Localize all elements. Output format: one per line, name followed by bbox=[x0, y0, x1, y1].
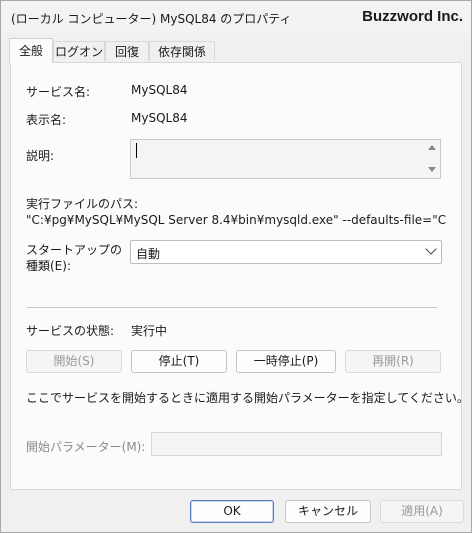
description-field[interactable] bbox=[130, 139, 441, 179]
startup-type-label-line2: 種類(E): bbox=[26, 259, 71, 273]
divider bbox=[27, 307, 437, 308]
startup-type-value: 自動 bbox=[136, 247, 161, 261]
path-label: 実行ファイルのパス: bbox=[26, 197, 139, 211]
display-name-label: 表示名: bbox=[26, 113, 67, 127]
scroll-down-icon[interactable] bbox=[428, 167, 436, 172]
service-name-label: サービス名: bbox=[26, 85, 91, 99]
resume-button[interactable]: 再開(R) bbox=[345, 350, 441, 373]
text-caret bbox=[136, 143, 137, 158]
tab-logon[interactable]: ログオン bbox=[53, 41, 105, 61]
tab-recovery[interactable]: 回復 bbox=[105, 41, 149, 61]
service-status-value: 実行中 bbox=[131, 324, 168, 338]
chevron-down-icon bbox=[425, 243, 437, 255]
apply-button[interactable]: 適用(A) bbox=[380, 500, 464, 523]
service-name-value: MySQL84 bbox=[131, 83, 188, 97]
start-param-label: 開始パラメーター(M): bbox=[26, 440, 146, 454]
pause-button[interactable]: 一時停止(P) bbox=[236, 350, 336, 373]
description-label: 説明: bbox=[26, 149, 55, 163]
description-scrollbar[interactable] bbox=[424, 140, 440, 178]
tab-dependencies[interactable]: 依存関係 bbox=[149, 41, 215, 61]
stop-button[interactable]: 停止(T) bbox=[131, 350, 227, 373]
service-status-label: サービスの状態: bbox=[26, 324, 115, 338]
ok-button[interactable]: OK bbox=[190, 500, 274, 523]
start-param-hint: ここでサービスを開始するときに適用する開始パラメーターを指定してください。 bbox=[26, 391, 469, 405]
properties-dialog: (ローカル コンピューター) MySQL84 のプロパティ Buzzword I… bbox=[0, 0, 472, 533]
window-title: (ローカル コンピューター) MySQL84 のプロパティ bbox=[11, 12, 292, 26]
general-panel: サービス名: MySQL84 表示名: MySQL84 説明: 実行ファイルのパ… bbox=[10, 62, 469, 490]
title-bar[interactable]: (ローカル コンピューター) MySQL84 のプロパティ Buzzword I… bbox=[1, 1, 471, 33]
startup-type-label-line1: スタートアップの bbox=[26, 243, 123, 257]
cancel-button[interactable]: キャンセル bbox=[285, 500, 371, 523]
display-name-value: MySQL84 bbox=[131, 111, 188, 125]
brand-logo: Buzzword Inc. bbox=[362, 8, 463, 25]
path-value: "C:¥pg¥MySQL¥MySQL Server 8.4¥bin¥mysqld… bbox=[26, 213, 446, 227]
startup-type-select[interactable]: 自動 bbox=[130, 240, 442, 264]
start-param-input[interactable] bbox=[151, 432, 442, 456]
scroll-up-icon[interactable] bbox=[428, 145, 436, 150]
tab-general[interactable]: 全般 bbox=[9, 38, 53, 63]
start-button[interactable]: 開始(S) bbox=[26, 350, 122, 373]
